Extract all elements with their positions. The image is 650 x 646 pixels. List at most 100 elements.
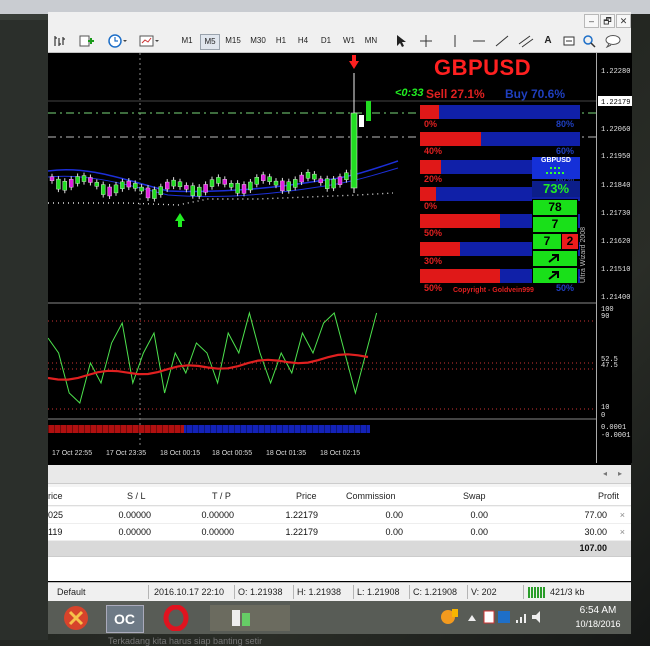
start-button[interactable] <box>58 605 94 631</box>
terminal-scrollbar[interactable]: ◂ ▸ <box>48 465 631 484</box>
col-tp[interactable]: T / P <box>212 491 231 501</box>
candle-body <box>113 184 119 194</box>
clock-time[interactable]: 6:54 AM <box>568 605 628 616</box>
label-icon[interactable] <box>562 34 576 48</box>
status-open: O: 1.21938 <box>238 587 283 597</box>
clock-icon[interactable] <box>108 34 128 48</box>
minimize-button[interactable]: – <box>584 14 599 28</box>
sell-strength-bar <box>420 187 436 201</box>
histogram-separator <box>210 425 211 433</box>
horizontal-line-icon[interactable] <box>472 34 486 48</box>
col-sl[interactable]: S / L <box>127 491 146 501</box>
scroll-right-icon[interactable]: ▸ <box>618 469 622 478</box>
close-order-icon[interactable]: × <box>620 510 625 520</box>
histogram-separator <box>48 425 49 433</box>
copyright-label: Copyright - Goldvein999 <box>453 287 534 294</box>
template-icon[interactable] <box>138 34 160 48</box>
histogram-separator <box>336 425 337 433</box>
buy-strength-bar <box>439 105 580 119</box>
col-price[interactable]: Price <box>296 491 317 501</box>
taskbar-metatrader-icon[interactable] <box>210 605 290 631</box>
trade-cell-swap: 0.00 <box>470 527 488 537</box>
histogram-separator <box>60 425 61 433</box>
histogram-separator <box>234 425 235 433</box>
col-commission[interactable]: Commission <box>346 491 396 501</box>
histogram-separator <box>132 425 133 433</box>
scroll-left-icon[interactable]: ◂ <box>603 469 607 478</box>
histogram-separator <box>228 425 229 433</box>
total-profit: 107.00 <box>579 543 607 553</box>
price-axis[interactable]: 1.22280 1.22060 1.21950 1.21840 1.21730 1.216… <box>596 53 632 463</box>
candle-body <box>139 186 144 192</box>
candle-body <box>331 178 336 189</box>
status-profile[interactable]: Default <box>57 587 86 597</box>
chat-icon[interactable] <box>604 34 622 49</box>
candle-body <box>203 184 208 193</box>
trade-row[interactable]: 025 0.00000 0.00000 1.22179 0.00 0.00 77.00 × <box>48 507 631 524</box>
candle-body <box>299 174 304 183</box>
timeframe-m30[interactable]: M30 <box>247 34 269 48</box>
col-profit[interactable]: Profit <box>598 491 619 501</box>
candle-body <box>101 184 106 195</box>
timeframe-mn[interactable]: MN <box>362 34 380 48</box>
buy-arrow-icon <box>175 213 185 227</box>
new-order-icon[interactable] <box>78 34 98 48</box>
cursor-icon[interactable] <box>393 34 409 48</box>
time-tick: 18 Oct 00:15 <box>160 450 201 457</box>
trade-cell-sl: 0.00000 <box>118 510 151 520</box>
trade-cell-commission: 0.00 <box>385 527 403 537</box>
channel-icon[interactable] <box>518 34 534 48</box>
histogram-separator <box>312 425 313 433</box>
timeframe-h1[interactable]: H1 <box>272 34 290 48</box>
trade-cell-tp: 0.00000 <box>201 510 234 520</box>
status-high: H: 1.21938 <box>297 587 342 597</box>
price-tick: 1.21400 <box>601 294 631 302</box>
symbol-title: GBPUSD <box>434 55 532 80</box>
histogram-separator <box>360 425 361 433</box>
histogram-separator <box>264 425 265 433</box>
text-tool-icon[interactable]: A <box>542 34 554 48</box>
tray-icons[interactable] <box>440 607 550 629</box>
candle-body <box>312 173 317 180</box>
histogram-separator <box>84 425 85 433</box>
timeframe-d1[interactable]: D1 <box>317 34 335 48</box>
crosshair-icon[interactable] <box>418 34 434 48</box>
col-swap[interactable]: Swap <box>463 491 486 501</box>
histogram-separator <box>78 425 79 433</box>
taskbar-opera-coast-icon[interactable]: OC <box>106 605 144 633</box>
clock-date[interactable]: 10/18/2016 <box>568 619 628 629</box>
histogram-separator <box>342 425 343 433</box>
histogram-separator <box>54 425 55 433</box>
indicator-tick: 47.5 <box>601 362 618 370</box>
histogram-separator <box>120 425 121 433</box>
price-chart[interactable]: GBPUSD <0:33 Sell 27.1% Buy 70.6% i10%80… <box>48 53 596 463</box>
price-tick: 1.22280 <box>601 68 631 76</box>
candle-body <box>81 175 87 182</box>
background-caption: Terkadang kita harus siap banting setir <box>108 636 263 646</box>
mini-value-3: 7 <box>532 233 562 250</box>
candle-body <box>184 185 189 190</box>
trade-cell-profit: 77.00 <box>584 510 607 520</box>
restore-button[interactable]: 🗗 <box>600 14 615 28</box>
timeframe-m5[interactable]: M5 <box>200 34 220 50</box>
price-tick: 1.21620 <box>601 238 631 246</box>
sell-percent-label: 0% <box>424 201 438 211</box>
taskbar-opera-icon[interactable] <box>158 604 194 632</box>
histogram-separator <box>90 425 91 433</box>
timeframe-h4[interactable]: H4 <box>294 34 312 48</box>
close-button[interactable]: ✕ <box>616 14 631 28</box>
arrow-up-right-icon <box>532 250 578 267</box>
vertical-line-icon[interactable] <box>448 34 462 48</box>
zoom-icon[interactable] <box>582 34 596 48</box>
histogram-separator <box>168 425 169 433</box>
connection-bars-icon <box>528 587 546 600</box>
timeframe-m15[interactable]: M15 <box>222 34 244 48</box>
chart-bar-icon[interactable] <box>52 34 68 48</box>
trendline-icon[interactable] <box>494 34 510 48</box>
col-price-open[interactable]: rice <box>48 491 63 501</box>
trade-row[interactable]: 119 0.00000 0.00000 1.22179 0.00 0.00 30.00 × <box>48 524 631 541</box>
timeframe-m1[interactable]: M1 <box>178 34 196 48</box>
timeframe-w1[interactable]: W1 <box>340 34 358 48</box>
close-order-icon[interactable]: × <box>620 527 625 537</box>
trade-cell-commission: 0.00 <box>385 510 403 520</box>
